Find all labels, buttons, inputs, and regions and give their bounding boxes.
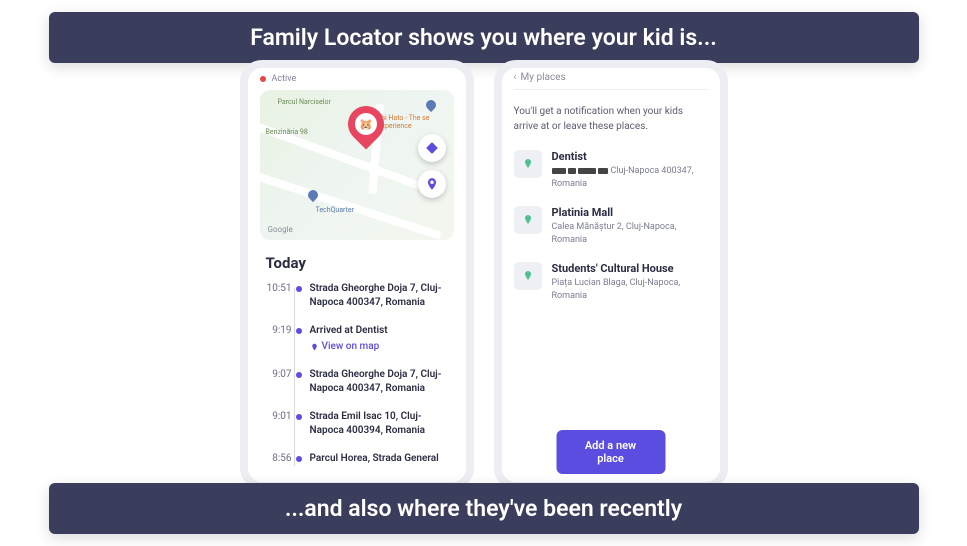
place-item[interactable]: Dentist Cluj-Napoca 400347, Romania (514, 150, 708, 190)
banner-top: Family Locator shows you where your kid … (49, 12, 919, 63)
map-label-poi: shi Hato - The se Experience (378, 114, 454, 130)
location-pin-icon (425, 177, 439, 191)
map-icon (310, 343, 319, 352)
kid-location-pin[interactable]: 🐹 (348, 106, 384, 142)
redacted-text (552, 168, 566, 174)
timeline-dot-icon (296, 286, 302, 292)
place-address: Cluj-Napoca 400347, Romania (552, 165, 708, 190)
redacted-text (598, 168, 608, 174)
places-note: You'll get a notification when your kids… (514, 104, 708, 134)
timeline-time: 10:51 (264, 282, 292, 294)
place-title: Platinia Mall (552, 206, 708, 219)
timeline-text: Strada Emil Isac 10, Cluj-Napoca 400394,… (310, 410, 454, 438)
status-bar: Active (260, 72, 454, 90)
directions-button[interactable] (418, 134, 446, 162)
map-label-tech: TechQuarter (316, 206, 354, 214)
timeline-time: 9:07 (264, 368, 292, 380)
timeline-item[interactable]: 8:56 Parcul Horea, Strada General (264, 452, 454, 466)
place-address: Calea Mănăștur 2, Cluj-Napoca, Romania (552, 221, 708, 246)
timeline-item[interactable]: 9:19 Arrived at Dentist View on map (264, 324, 454, 354)
phone-timeline: Active Parcul Narciselor Benzinăria 98 T… (240, 60, 474, 490)
chevron-left-icon[interactable]: ‹ (514, 72, 517, 83)
timeline-time: 8:56 (264, 452, 292, 464)
map-view[interactable]: Parcul Narciselor Benzinăria 98 TechQuar… (260, 90, 454, 240)
places-header: ‹ My places (514, 72, 708, 90)
google-attribution: Google (268, 225, 293, 234)
timeline-dot-icon (296, 414, 302, 420)
place-item[interactable]: Platinia Mall Calea Mănăștur 2, Cluj-Nap… (514, 206, 708, 246)
map-pin-icon (423, 98, 437, 112)
redacted-text (568, 168, 576, 174)
place-title: Dentist (552, 150, 708, 163)
place-title: Students' Cultural House (552, 262, 708, 275)
timeline-time: 9:19 (264, 324, 292, 336)
timeline-item[interactable]: 9:01 Strada Emil Isac 10, Cluj-Napoca 40… (264, 410, 454, 438)
view-on-map-link[interactable]: View on map (310, 340, 454, 354)
timeline-dot-icon (296, 328, 302, 334)
place-item[interactable]: Students' Cultural House Piața Lucian Bl… (514, 262, 708, 302)
timeline-heading: Today (266, 254, 454, 272)
timeline-time: 9:01 (264, 410, 292, 422)
phones-row: Active Parcul Narciselor Benzinăria 98 T… (240, 60, 728, 490)
timeline-item[interactable]: 9:07 Strada Gheorghe Doja 7, Cluj-Napoca… (264, 368, 454, 396)
locate-button[interactable] (418, 170, 446, 198)
timeline-dot-icon (296, 372, 302, 378)
map-label-gas: Benzinăria 98 (266, 128, 308, 136)
timeline-list: 10:51 Strada Gheorghe Doja 7, Cluj-Napoc… (260, 282, 454, 466)
add-place-button[interactable]: Add a new place (556, 430, 665, 474)
status-text: Active (272, 74, 297, 84)
timeline-item[interactable]: 10:51 Strada Gheorghe Doja 7, Cluj-Napoc… (264, 282, 454, 310)
timeline-dot-icon (296, 456, 302, 462)
directions-icon (425, 141, 439, 155)
place-pin-icon (514, 262, 542, 290)
redacted-text (578, 168, 596, 174)
place-address: Piața Lucian Blaga, Cluj-Napoca, Romania (552, 277, 708, 302)
timeline-text: Arrived at Dentist (310, 324, 454, 338)
timeline-text: Parcul Horea, Strada General (310, 452, 454, 466)
timeline-text: Strada Gheorghe Doja 7, Cluj-Napoca 4003… (310, 368, 454, 396)
map-label-park: Parcul Narciselor (278, 98, 331, 106)
active-dot-icon (260, 76, 266, 82)
timeline-text: Strada Gheorghe Doja 7, Cluj-Napoca 4003… (310, 282, 454, 310)
place-pin-icon (514, 150, 542, 178)
place-pin-icon (514, 206, 542, 234)
phone-places: ‹ My places You'll get a notification wh… (494, 60, 728, 490)
banner-bottom: ...and also where they've been recently (49, 483, 919, 534)
